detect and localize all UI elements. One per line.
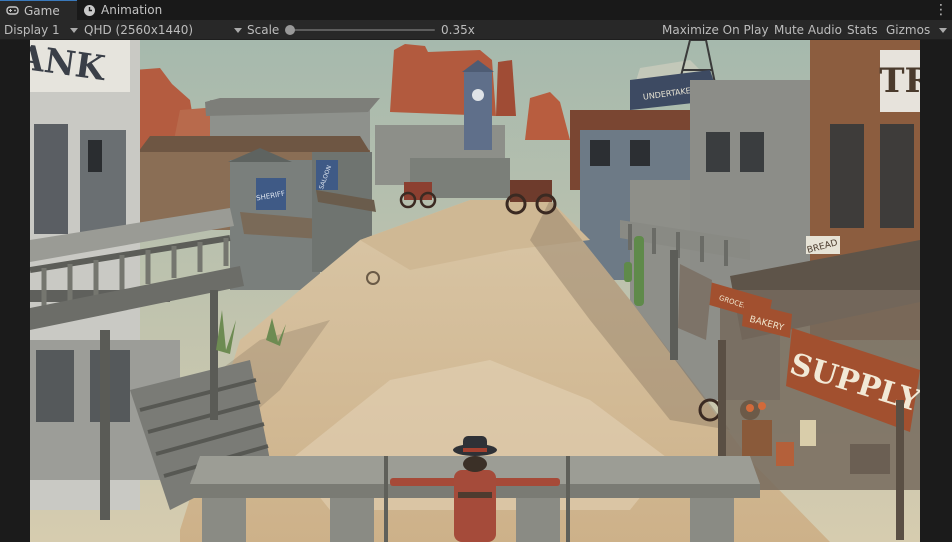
editor-tab-bar: Game Animation ⋮: [0, 0, 952, 20]
scale-value: 0.35x: [441, 23, 475, 37]
display-dropdown[interactable]: Display 1: [4, 20, 78, 40]
scale-slider-track[interactable]: [290, 29, 435, 31]
animation-icon: [83, 4, 96, 17]
resolution-dropdown[interactable]: QHD (2560x1440): [84, 20, 243, 40]
display-dropdown-label: Display 1: [4, 23, 60, 37]
tab-animation[interactable]: Animation: [77, 0, 165, 20]
maximize-on-play-toggle[interactable]: Maximize On Play: [662, 20, 769, 40]
trade-sign: TR: [879, 61, 920, 101]
scale-slider-handle[interactable]: [285, 25, 295, 35]
scale-label: Scale: [247, 23, 280, 37]
gamepad-icon: [6, 4, 19, 17]
mute-audio-toggle[interactable]: Mute Audio: [774, 20, 842, 40]
western-town-scene: SHERIFF SALOON UNDERTAKER ANK TR BREAD G…: [30, 40, 920, 542]
gizmos-dropdown-label: Gizmos: [886, 23, 931, 37]
resolution-dropdown-label: QHD (2560x1440): [84, 23, 194, 37]
gizmos-dropdown[interactable]: Gizmos: [886, 20, 948, 40]
chevron-down-icon: [234, 27, 243, 33]
chevron-down-icon: [939, 27, 948, 33]
game-view-toolbar: Display 1 QHD (2560x1440) Scale 0.35x Ma…: [0, 20, 952, 40]
tab-game[interactable]: Game: [0, 0, 77, 20]
game-viewport[interactable]: SHERIFF SALOON UNDERTAKER ANK TR BREAD G…: [0, 40, 952, 542]
tab-animation-label: Animation: [101, 3, 163, 17]
more-options-icon[interactable]: ⋮: [934, 0, 948, 20]
tab-game-label: Game: [24, 3, 60, 18]
stats-toggle[interactable]: Stats: [847, 20, 878, 40]
chevron-down-icon: [69, 27, 78, 33]
